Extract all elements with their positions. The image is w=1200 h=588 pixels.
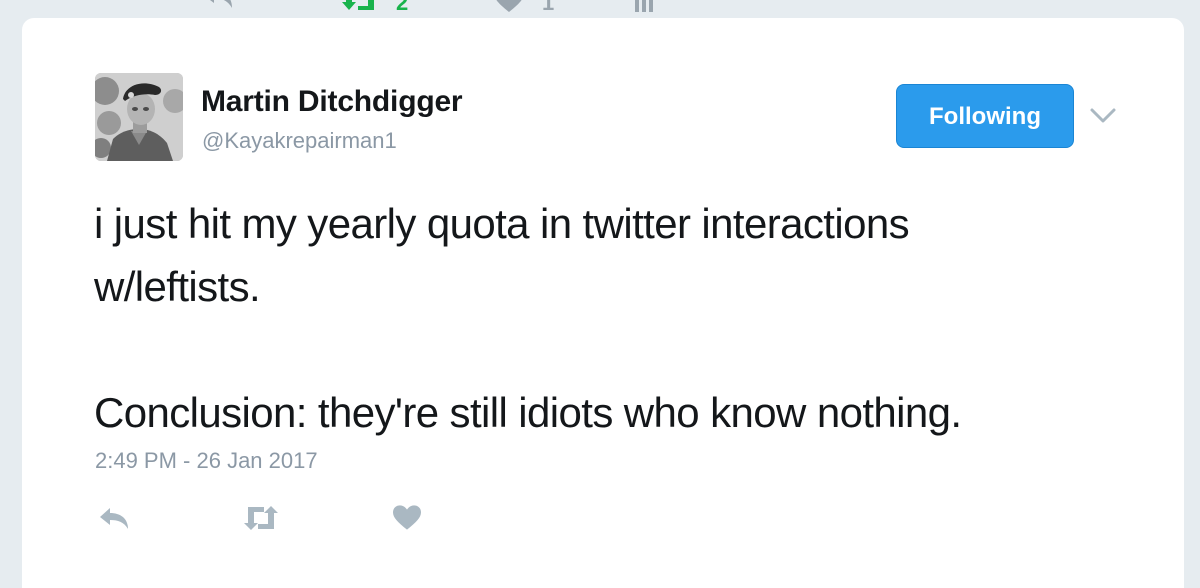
tweet-card: Martin Ditchdigger @Kayakrepairman1 Foll… [22,18,1184,588]
avatar[interactable] [95,73,183,161]
previous-reply-icon[interactable] [200,0,234,16]
author-handle[interactable]: @Kayakrepairman1 [202,128,397,154]
heart-icon[interactable] [393,505,421,536]
author-display-name[interactable]: Martin Ditchdigger [201,85,463,119]
tweet-text-line: i just hit my yearly quota in twitter in… [94,200,910,247]
following-button[interactable]: Following [896,84,1074,148]
reply-icon[interactable] [98,505,130,536]
retweet-icon[interactable] [242,505,280,536]
previous-retweet-count: 2 [396,0,409,15]
previous-heart-icon[interactable] [494,0,524,16]
previous-analytics-icon[interactable] [634,0,654,16]
tweet-timestamp[interactable]: 2:49 PM - 26 Jan 2017 [95,448,318,474]
chevron-down-icon[interactable] [1088,104,1118,128]
previous-like-count: 1 [542,0,555,15]
tweet-text-line: Conclusion: they're still idiots who kno… [94,389,962,436]
previous-tweet-action-bar: 2 1 [0,0,1200,18]
tweet-text-line: w/leftists. [94,263,261,310]
previous-retweet-icon[interactable] [340,0,380,16]
tweet-text: i just hit my yearly quota in twitter in… [94,192,1154,444]
